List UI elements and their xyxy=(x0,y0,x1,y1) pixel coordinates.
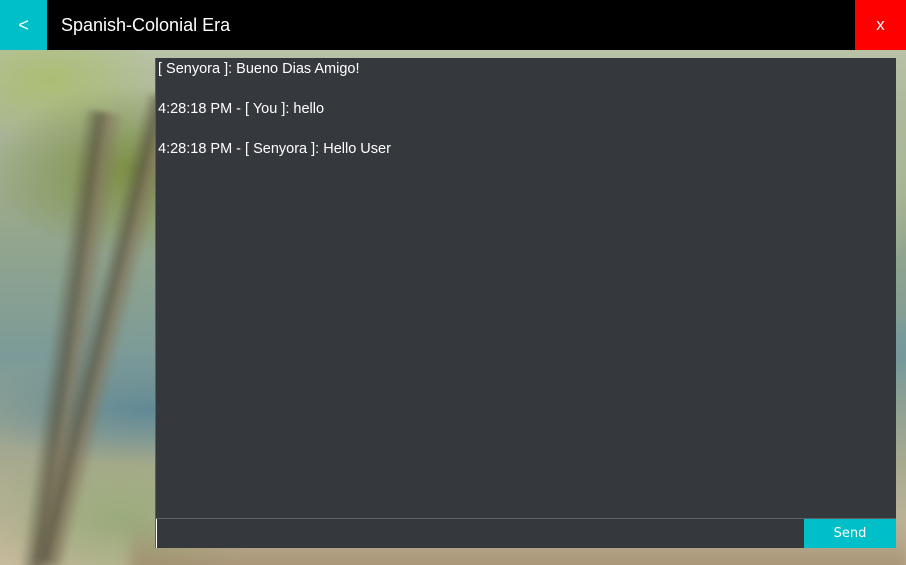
app-window: < Spanish-Colonial Era x [ Senyora ]: Bu… xyxy=(0,0,906,565)
message-input[interactable] xyxy=(156,519,804,548)
title-bar: < Spanish-Colonial Era x xyxy=(0,0,906,50)
chat-message: [ Senyora ]: Bueno Dias Amigo! xyxy=(158,61,360,77)
chat-message: 4:28:18 PM - [ You ]: hello xyxy=(158,101,325,117)
message-composer: Send xyxy=(155,518,896,548)
chat-message: 4:28:18 PM - [ Senyora ]: Hello User xyxy=(158,141,391,157)
back-button[interactable]: < xyxy=(0,0,47,50)
send-button[interactable]: Send xyxy=(804,519,896,548)
window-title: Spanish-Colonial Era xyxy=(61,15,231,35)
chat-log[interactable]: [ Senyora ]: Bueno Dias Amigo! 4:28:18 P… xyxy=(155,58,896,518)
close-button[interactable]: x xyxy=(855,0,906,50)
